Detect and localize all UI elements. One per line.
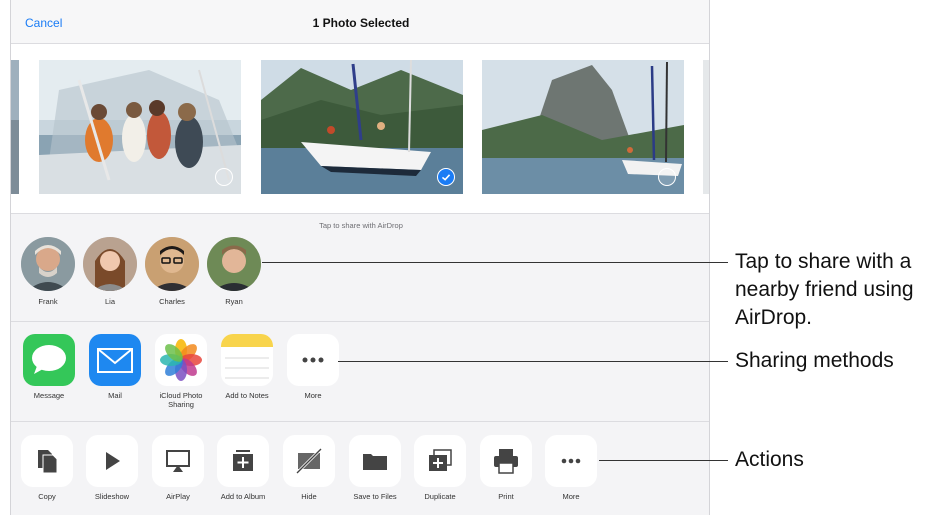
share-app-message[interactable]: Message [19, 334, 79, 400]
add-album-icon [217, 435, 269, 487]
selected-checkmark[interactable] [437, 168, 455, 186]
share-app-label: Add to Notes [225, 391, 269, 400]
action-label: Duplicate [424, 492, 456, 501]
airdrop-hint: Tap to share with AirDrop [319, 221, 403, 230]
airdrop-person-name: Charles [159, 297, 185, 306]
action-airplay[interactable]: AirPlay [148, 435, 208, 501]
share-app-label: Mail [108, 391, 122, 400]
action-label: More [562, 492, 580, 501]
photo-thumbnail-boat-party[interactable] [39, 60, 241, 194]
callout-actions: Actions [735, 448, 804, 471]
photo-partial-right[interactable] [703, 60, 709, 194]
callout-line-airdrop [262, 262, 728, 263]
share-app-add-to-notes[interactable]: Add to Notes [217, 334, 277, 400]
folder-icon [349, 435, 401, 487]
action-label: AirPlay [166, 492, 190, 501]
share-app-label: More [304, 391, 322, 400]
airdrop-person-ryan[interactable]: Ryan [206, 237, 262, 306]
action-label: Add to Album [220, 492, 266, 501]
airdrop-person-name: Frank [38, 297, 58, 306]
action-copy[interactable]: Copy [17, 435, 77, 501]
select-circle[interactable] [658, 168, 676, 186]
callout-line-sharing [338, 361, 728, 362]
photo-strip[interactable] [11, 44, 709, 214]
airdrop-person-name: Lia [104, 297, 115, 306]
share-app-more[interactable]: More [283, 334, 343, 400]
share-app-mail[interactable]: Mail [85, 334, 145, 400]
page-title: 1 Photo Selected [312, 16, 410, 30]
callout-line-actions [599, 460, 728, 461]
notes-icon [221, 334, 273, 386]
avatar [145, 237, 199, 291]
callout-airdrop: Tap to share with a nearby friend using … [735, 250, 914, 329]
action-label: Print [498, 492, 514, 501]
photo-thumbnail-sailboat-mountain[interactable] [482, 60, 684, 194]
photos-icon [155, 334, 207, 386]
action-duplicate[interactable]: Duplicate [410, 435, 470, 501]
share-sheet: Cancel 1 Photo Selected Tap to share wit… [10, 0, 710, 515]
duplicate-icon [414, 435, 466, 487]
avatar [83, 237, 137, 291]
play-icon [86, 435, 138, 487]
message-icon [23, 334, 75, 386]
share-sheet-header: Cancel 1 Photo Selected [11, 0, 709, 44]
photo-partial-left[interactable] [11, 60, 19, 194]
airdrop-section: Tap to share with AirDrop Frank Lia Char… [11, 214, 709, 322]
action-label: Copy [38, 492, 56, 501]
avatar [21, 237, 75, 291]
share-app-label: Message [33, 391, 65, 400]
share-app-icloud-photo-sharing[interactable]: iCloud Photo Sharing [151, 334, 211, 409]
hide-icon [283, 435, 335, 487]
photo-thumbnail-sailboat-bay[interactable] [261, 60, 463, 194]
share-app-label: iCloud Photo Sharing [159, 391, 203, 409]
airdrop-person-name: Ryan [225, 297, 243, 306]
avatar [207, 237, 261, 291]
select-circle[interactable] [215, 168, 233, 186]
action-add-to-album[interactable]: Add to Album [213, 435, 273, 501]
checkmark-icon [441, 174, 451, 181]
action-hide[interactable]: Hide [279, 435, 339, 501]
mail-icon [89, 334, 141, 386]
airdrop-person-lia[interactable]: Lia [82, 237, 138, 306]
callout-sharing: Sharing methods [735, 349, 894, 372]
airplay-icon [152, 435, 204, 487]
action-label: Slideshow [94, 492, 130, 501]
action-print[interactable]: Print [476, 435, 536, 501]
airdrop-person-charles[interactable]: Charles [144, 237, 200, 306]
more-icon [545, 435, 597, 487]
more-icon [287, 334, 339, 386]
action-slideshow[interactable]: Slideshow [82, 435, 142, 501]
actions-row: Copy Slideshow AirPlay Add to Album Hide [11, 422, 709, 515]
action-save-to-files[interactable]: Save to Files [345, 435, 405, 501]
copy-icon [21, 435, 73, 487]
action-more[interactable]: More [541, 435, 601, 501]
action-label: Hide [301, 492, 317, 501]
action-label: Save to Files [353, 492, 397, 501]
airdrop-person-frank[interactable]: Frank [20, 237, 76, 306]
printer-icon [480, 435, 532, 487]
sharing-methods-row: Message Mail iCloud Photo Sharing Add to… [11, 322, 709, 422]
